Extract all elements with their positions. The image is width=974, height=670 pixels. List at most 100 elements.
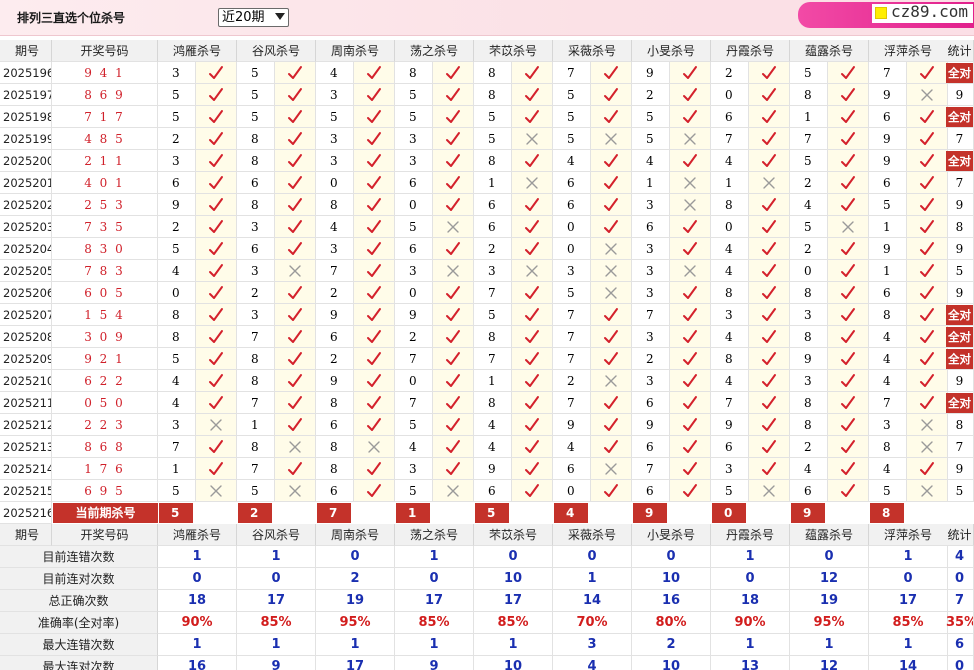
- kill-number-cell: 5: [790, 150, 828, 172]
- kill-number-cell: 4: [632, 150, 670, 172]
- cross-icon: [591, 370, 632, 392]
- check-icon: [196, 304, 237, 326]
- kill-number-cell: 7: [869, 392, 907, 414]
- kill-number-cell: 7: [395, 392, 433, 414]
- check-icon: [670, 216, 711, 238]
- draw-number-cell: 8 3 0: [52, 238, 158, 260]
- issue-cell: 2025199: [0, 128, 52, 150]
- kill-number-cell: 5: [158, 106, 196, 128]
- stats-value: 0: [316, 546, 395, 568]
- check-icon: [749, 370, 790, 392]
- cross-icon: [275, 436, 316, 458]
- check-icon: [907, 150, 948, 172]
- kill-number-cell: 2: [711, 62, 749, 84]
- all-correct-badge: 全对: [946, 327, 973, 347]
- issue-cell: 2025213: [0, 436, 52, 458]
- kill-number-cell: 8: [474, 326, 512, 348]
- stat-cell: 8: [946, 216, 974, 238]
- kill-number-cell: 6: [869, 282, 907, 304]
- cross-icon: [433, 260, 474, 282]
- kill-number-cell: 4: [711, 238, 749, 260]
- current-kill-number: 2: [238, 503, 272, 523]
- kill-number-cell: 7: [474, 348, 512, 370]
- kill-number-cell: 4: [790, 458, 828, 480]
- cross-icon: [670, 194, 711, 216]
- check-icon: [591, 304, 632, 326]
- stats-row: 目前连错次数 1 1 0 1 0 0 0 1 0 1 4: [0, 546, 974, 568]
- header-expert: 周南杀号: [316, 524, 395, 546]
- kill-number-cell: 7: [474, 282, 512, 304]
- kill-number-cell: 8: [711, 194, 749, 216]
- kill-number-cell: 3: [395, 150, 433, 172]
- table-row: 2025215 6 9 555656065655: [0, 480, 974, 502]
- table-row: 2025203 7 3 52 3 4 5 6 0 6 0 5 1 8: [0, 216, 974, 238]
- kill-number-cell: 8: [790, 84, 828, 106]
- kill-number-cell: 4: [711, 150, 749, 172]
- kill-number-cell: 5: [553, 282, 591, 304]
- kill-number-cell: 3: [711, 304, 749, 326]
- kill-number-cell: 0: [395, 370, 433, 392]
- table-row: 2025204 8 3 05 6 3 6 2 0 3 4 2 9 9: [0, 238, 974, 260]
- draw-number-cell: 6 0 5: [52, 282, 158, 304]
- check-icon: [275, 84, 316, 106]
- stats-label: 目前连错次数: [0, 546, 158, 568]
- check-icon: [749, 282, 790, 304]
- stats-value: 1: [158, 634, 237, 656]
- kill-number-cell: 6: [711, 106, 749, 128]
- kill-number-cell: 4: [395, 436, 433, 458]
- stat-cell: 9: [946, 84, 974, 106]
- check-icon: [275, 326, 316, 348]
- stats-total: 4: [946, 546, 974, 568]
- check-icon: [196, 128, 237, 150]
- check-icon: [828, 458, 869, 480]
- stats-value: 85%: [237, 612, 316, 634]
- check-icon: [196, 260, 237, 282]
- kill-number-cell: 5: [474, 304, 512, 326]
- kill-number-cell: 6: [632, 216, 670, 238]
- cross-icon: [354, 436, 395, 458]
- stat-cell: 7: [946, 128, 974, 150]
- cross-icon: [512, 260, 553, 282]
- kill-number-cell: 3: [553, 260, 591, 282]
- kill-number-cell: 9: [790, 348, 828, 370]
- check-icon: [670, 348, 711, 370]
- draw-number-cell: 0 5 0: [52, 392, 158, 414]
- stats-value: 10: [632, 568, 711, 590]
- kill-number-cell: 3: [237, 260, 275, 282]
- kill-number-cell: 5: [790, 216, 828, 238]
- kill-number-cell: 3: [158, 414, 196, 436]
- draw-number-cell: 2 2 3: [52, 414, 158, 436]
- check-icon: [354, 414, 395, 436]
- check-icon: [433, 326, 474, 348]
- check-icon: [907, 304, 948, 326]
- kill-number-cell: 5: [158, 84, 196, 106]
- header-expert: 荡之杀号: [395, 40, 474, 62]
- check-icon: [354, 480, 395, 502]
- check-icon: [828, 392, 869, 414]
- cross-icon: [828, 216, 869, 238]
- kill-number-cell: 3: [237, 216, 275, 238]
- kill-number-cell: 3: [316, 238, 354, 260]
- stats-value: 1: [474, 634, 553, 656]
- current-kill-number: 9: [633, 503, 667, 523]
- check-icon: [749, 128, 790, 150]
- check-icon: [907, 128, 948, 150]
- check-icon: [354, 106, 395, 128]
- kill-number-cell: 3: [316, 150, 354, 172]
- kill-number-cell: 6: [632, 480, 670, 502]
- kill-number-cell: 7: [790, 128, 828, 150]
- check-icon: [591, 414, 632, 436]
- kill-number-cell: 3: [632, 238, 670, 260]
- kill-number-cell: 8: [790, 282, 828, 304]
- check-icon: [670, 392, 711, 414]
- check-icon: [907, 216, 948, 238]
- kill-number-cell: 5: [553, 106, 591, 128]
- check-icon: [670, 106, 711, 128]
- check-icon: [591, 62, 632, 84]
- brand-logo-text[interactable]: cz89.com: [891, 2, 968, 21]
- period-select[interactable]: 近20期: [218, 8, 289, 27]
- kill-number-cell: 8: [237, 436, 275, 458]
- kill-number-cell: 7: [158, 436, 196, 458]
- kill-number-cell: 3: [158, 62, 196, 84]
- kill-number-cell: 6: [869, 106, 907, 128]
